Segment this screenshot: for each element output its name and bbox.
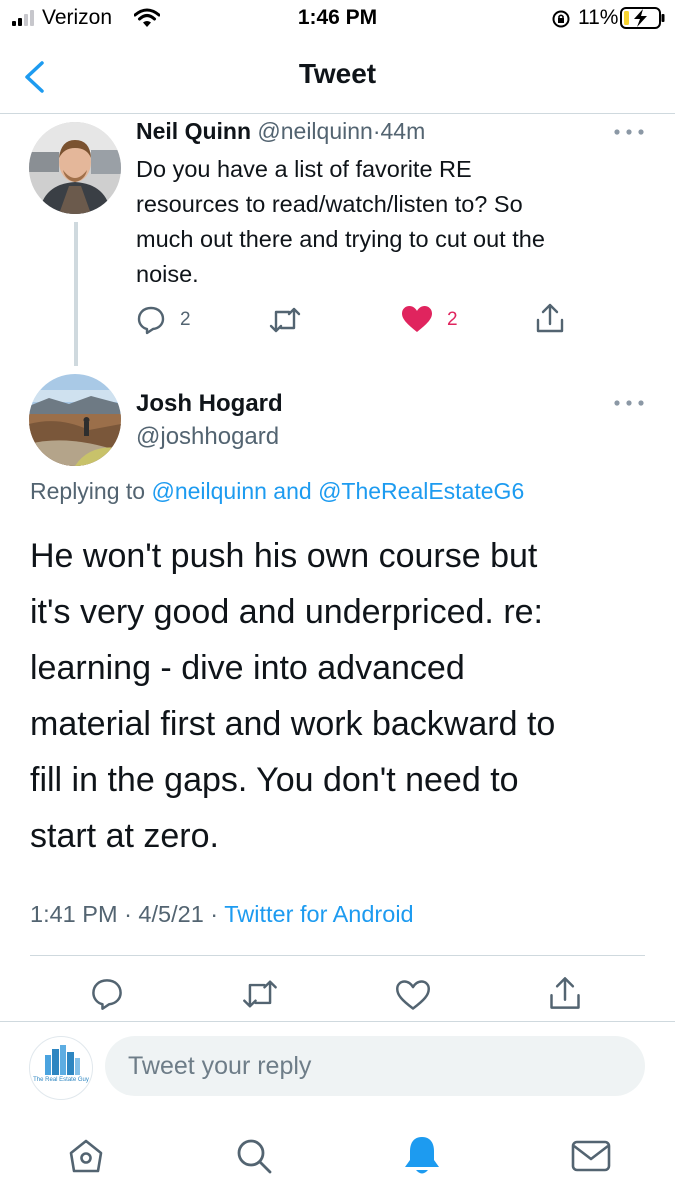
tweet-text-line: much out there and trying to cut out the bbox=[136, 226, 545, 252]
reply-icon[interactable] bbox=[136, 305, 166, 335]
orientation-lock-icon bbox=[552, 10, 570, 28]
share-icon[interactable] bbox=[535, 302, 565, 334]
retweet-icon[interactable] bbox=[241, 977, 279, 1011]
tweet-time: 1:41 PM bbox=[30, 901, 118, 927]
tweet-text: He won't push his own course but it's ve… bbox=[30, 528, 555, 864]
tweet-text-line: Do you have a list of favorite RE bbox=[136, 156, 472, 182]
retweet-icon[interactable] bbox=[268, 305, 302, 335]
tweet-text-line: material first and work backward to bbox=[30, 705, 556, 743]
thread-line bbox=[74, 222, 78, 366]
tweet-text-line: noise. bbox=[136, 261, 199, 287]
replying-prefix: Replying to bbox=[30, 478, 146, 504]
replying-and[interactable]: and bbox=[273, 478, 311, 504]
divider bbox=[0, 1021, 675, 1022]
tweet-text-line: He won't push his own course but bbox=[30, 537, 538, 575]
status-time: 1:46 PM bbox=[297, 6, 378, 29]
logo-icon bbox=[45, 1045, 80, 1075]
tweet-text-line: it's very good and underpriced. re: bbox=[30, 593, 544, 631]
avatar[interactable] bbox=[29, 374, 121, 466]
search-icon[interactable] bbox=[234, 1136, 274, 1176]
page-title: Tweet bbox=[298, 58, 377, 89]
replying-to: Replying to @neilquinn and @TheRealEstat… bbox=[30, 478, 524, 505]
reply-count: 2 bbox=[180, 309, 191, 330]
header-divider bbox=[0, 113, 675, 114]
like-count: 2 bbox=[447, 309, 458, 330]
home-icon[interactable] bbox=[66, 1136, 106, 1176]
tweet-text: Do you have a list of favorite RE resour… bbox=[136, 152, 545, 292]
mention-link[interactable]: @TheRealEstateG6 bbox=[318, 478, 524, 504]
display-name[interactable]: Neil Quinn bbox=[136, 118, 251, 144]
separator: · bbox=[124, 901, 132, 927]
tweet-text-line: resources to read/watch/listen to? So bbox=[136, 191, 523, 217]
share-icon[interactable] bbox=[548, 975, 582, 1011]
tweet-source[interactable]: Twitter for Android bbox=[224, 901, 413, 927]
reply-input[interactable]: Tweet your reply bbox=[105, 1036, 645, 1096]
tweet-header: Neil Quinn @neilquinn·44m bbox=[136, 118, 425, 145]
battery-icon bbox=[620, 7, 665, 29]
divider bbox=[30, 955, 645, 956]
tweet-date: 4/5/21 bbox=[138, 901, 204, 927]
tweet-age: 44m bbox=[380, 118, 426, 144]
like-icon-filled[interactable] bbox=[401, 305, 433, 333]
separator: · bbox=[210, 901, 219, 927]
tweet-meta: 1:41 PM · 4/5/21 · Twitter for Android bbox=[30, 901, 414, 928]
avatar[interactable] bbox=[29, 122, 121, 214]
display-name[interactable]: Josh Hogard bbox=[136, 390, 283, 418]
handle[interactable]: @neilquinn bbox=[257, 118, 372, 144]
more-icon[interactable] bbox=[613, 128, 645, 136]
more-icon[interactable] bbox=[613, 399, 645, 407]
messages-icon[interactable] bbox=[570, 1138, 612, 1174]
tweet-text-line: start at zero. bbox=[30, 817, 219, 855]
notifications-icon[interactable] bbox=[402, 1134, 442, 1178]
avatar-caption: The Real Estate Guy bbox=[33, 1077, 89, 1083]
mention-link[interactable]: @neilquinn bbox=[151, 478, 266, 504]
tweet-text-line: learning - dive into advanced bbox=[30, 649, 465, 687]
handle[interactable]: @joshhogard bbox=[136, 423, 279, 451]
avatar[interactable]: The Real Estate Guy bbox=[29, 1036, 93, 1100]
like-icon[interactable] bbox=[395, 979, 431, 1011]
reply-placeholder: Tweet your reply bbox=[128, 1052, 312, 1080]
separator: · bbox=[372, 118, 381, 144]
tweet-text-line: fill in the gaps. You don't need to bbox=[30, 761, 519, 799]
reply-icon[interactable] bbox=[90, 977, 124, 1011]
battery-percent: 11% bbox=[578, 6, 619, 29]
